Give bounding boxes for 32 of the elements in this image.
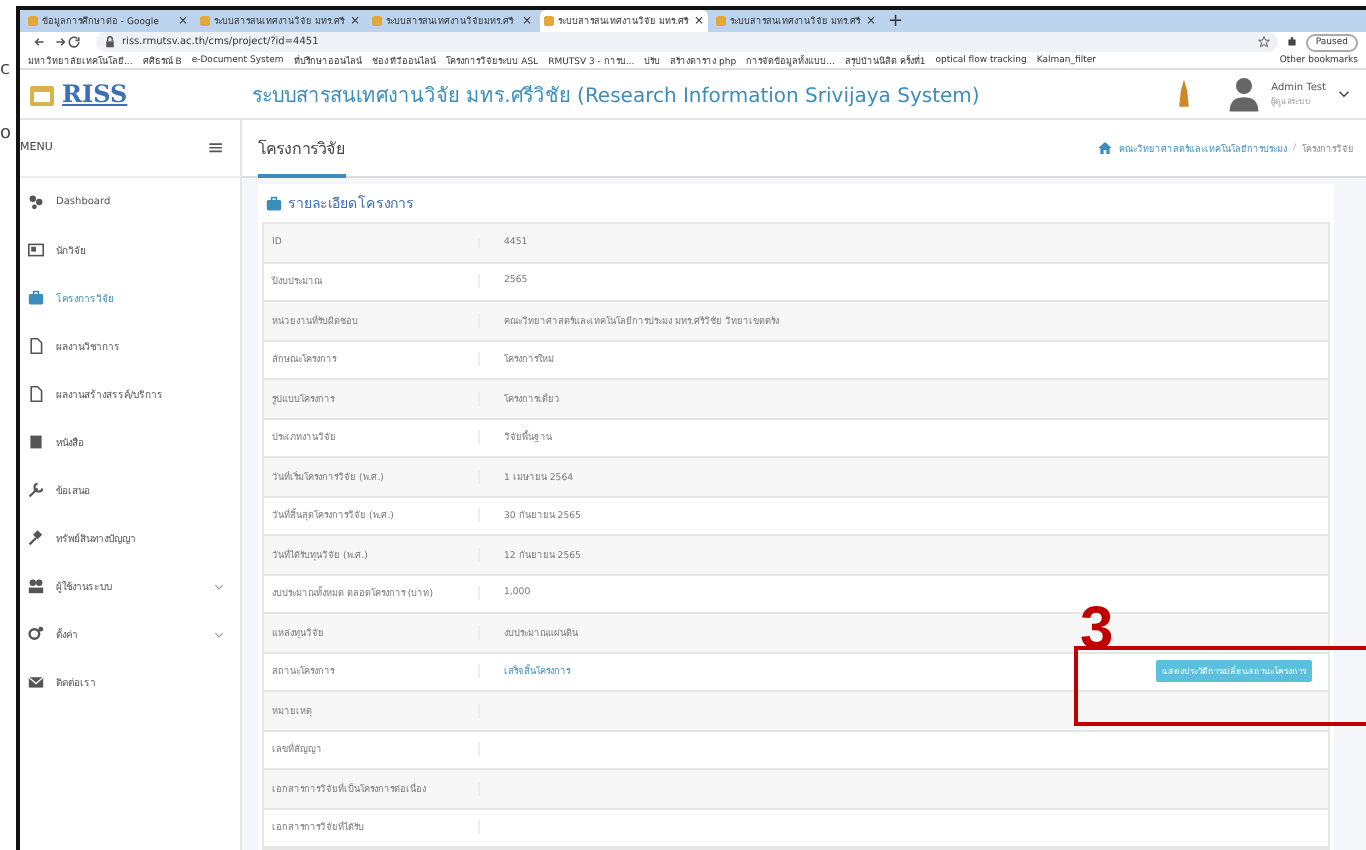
extensions-icon[interactable] [1285, 36, 1298, 48]
logo-icon [28, 80, 56, 109]
page-icon [28, 16, 38, 26]
gavel-icon [28, 530, 44, 546]
page-icon [200, 16, 210, 26]
page-title: โครงการวิจัย [258, 119, 346, 177]
star-icon[interactable] [1257, 36, 1270, 48]
emblem-icon [1175, 76, 1192, 113]
lock-icon [104, 36, 116, 48]
wrench-icon [28, 482, 44, 498]
file-icon [28, 386, 44, 402]
mail-icon [28, 674, 44, 690]
home-icon [1098, 142, 1113, 154]
page-icon [716, 16, 726, 26]
background-window-text: c [0, 60, 10, 80]
briefcase-icon [266, 195, 282, 211]
avatar-icon [1227, 76, 1260, 113]
briefcase-icon [28, 290, 44, 306]
users-icon [28, 578, 44, 594]
background-window-text: o [0, 124, 12, 144]
menu-icon[interactable]: ≡ [207, 137, 224, 159]
file-icon [28, 338, 44, 354]
chevron-down-icon[interactable] [1338, 90, 1350, 99]
page-icon [544, 16, 554, 26]
page-icon [372, 16, 382, 26]
dashboard-icon [28, 194, 44, 210]
app-logo[interactable]: RISS [62, 80, 128, 109]
card-icon [28, 242, 44, 258]
new-tab-button[interactable]: + [888, 11, 904, 31]
app-title: ระบบสารสนเทศงานวิจัย มทร.ศรีวิชัย (Research Information Srivijaya System) [252, 83, 982, 110]
book-icon [28, 434, 44, 450]
gears-icon [28, 626, 44, 642]
